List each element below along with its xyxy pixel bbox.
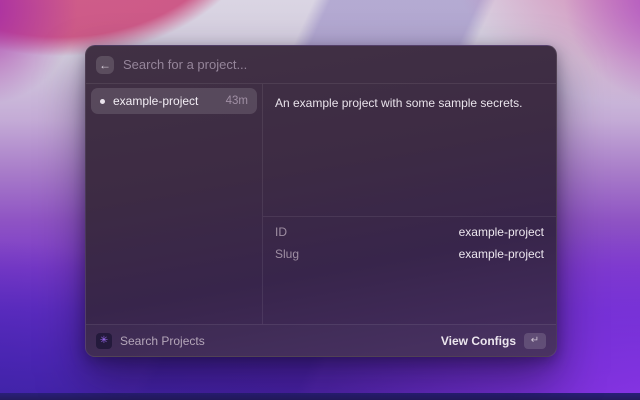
- command-palette-window: ← example-project 43m An example project…: [85, 45, 557, 357]
- detail-panel: An example project with some sample secr…: [263, 84, 556, 324]
- metadata-value: example-project: [458, 247, 544, 261]
- search-input[interactable]: [123, 57, 546, 72]
- metadata-row-slug: Slug example-project: [275, 243, 544, 265]
- metadata-row-id: ID example-project: [275, 221, 544, 243]
- metadata-label: ID: [275, 225, 287, 239]
- back-arrow-icon: ←: [99, 57, 111, 72]
- list-item-example-project[interactable]: example-project 43m: [91, 88, 257, 114]
- back-button[interactable]: ←: [96, 55, 114, 74]
- metadata-section: ID example-project Slug example-project: [263, 216, 556, 269]
- search-bar: ←: [86, 46, 556, 84]
- extension-logo-icon: ✳: [96, 332, 112, 349]
- project-list-panel: example-project 43m: [86, 84, 263, 324]
- asterisk-icon: ✳: [99, 334, 109, 346]
- action-bar: ✳ Search Projects View Configs ↵: [86, 324, 556, 356]
- bullet-dot-icon: [100, 98, 105, 104]
- project-title: example-project: [113, 94, 199, 108]
- wallpaper-bottom-band: [0, 393, 640, 400]
- command-title: Search Projects: [120, 333, 205, 348]
- return-key-icon: ↵: [530, 334, 540, 346]
- project-description: An example project with some sample secr…: [275, 96, 523, 110]
- view-configs-action[interactable]: View Configs: [441, 334, 516, 348]
- project-age-badge: 43m: [225, 95, 248, 107]
- metadata-value: example-project: [458, 225, 544, 239]
- action-bar-right: View Configs ↵: [441, 332, 546, 349]
- enter-keycap: ↵: [524, 332, 546, 349]
- metadata-label: Slug: [275, 247, 300, 261]
- action-bar-left: ✳ Search Projects: [96, 332, 205, 349]
- main-split: example-project 43m An example project w…: [86, 84, 556, 324]
